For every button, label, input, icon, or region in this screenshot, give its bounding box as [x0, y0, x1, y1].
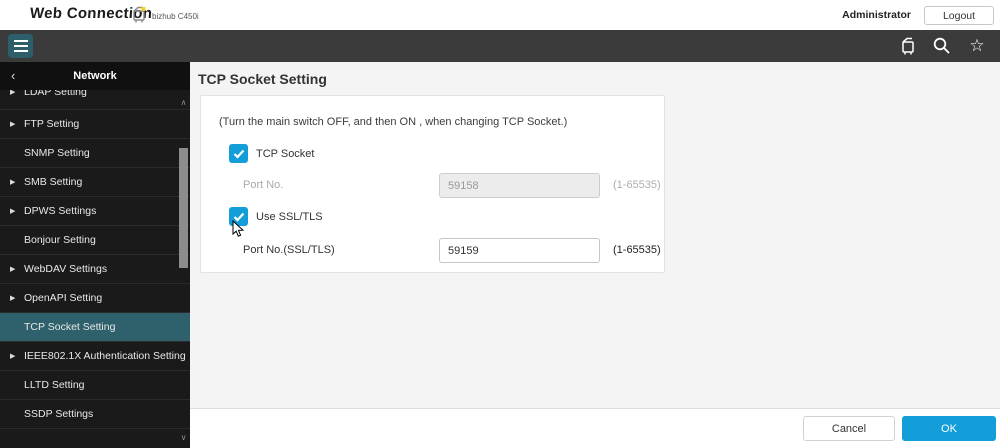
- scroll-down-icon[interactable]: ∨: [177, 433, 190, 442]
- sidebar-item-ldap-setting[interactable]: ▶ LDAP Setting: [0, 90, 190, 110]
- port-label: Port No.: [243, 173, 283, 198]
- hamburger-icon: [14, 40, 28, 42]
- sidebar-item-webdav-settings[interactable]: ▶ WebDAV Settings: [0, 255, 190, 284]
- tcp-socket-row: TCP Socket: [229, 144, 315, 163]
- sidebar-item-ftp-setting[interactable]: ▶ FTP Setting: [0, 110, 190, 139]
- logout-button[interactable]: Logout: [924, 6, 994, 25]
- expand-arrow-icon: ▶: [10, 284, 15, 313]
- sidebar-header: ‹ Network: [0, 62, 190, 90]
- ok-button[interactable]: OK: [902, 416, 996, 441]
- sidebar-title: Network: [0, 62, 190, 90]
- main-content: TCP Socket Setting (Turn the main switch…: [190, 62, 1000, 448]
- footer: Cancel OK: [190, 409, 1000, 448]
- expand-arrow-icon: ▶: [10, 342, 15, 371]
- sidebar-item-dpws-settings[interactable]: ▶ DPWS Settings: [0, 197, 190, 226]
- favorites-star-icon[interactable]: ☆: [966, 36, 988, 56]
- expand-arrow-icon: ▶: [10, 90, 15, 107]
- page-title: TCP Socket Setting: [198, 71, 327, 87]
- port-row: Port No. (1-65535): [201, 173, 664, 198]
- sidebar-item-bonjour-setting[interactable]: Bonjour Setting: [0, 226, 190, 255]
- scrollbar-thumb[interactable]: [179, 148, 188, 268]
- ssl-port-label: Port No.(SSL/TLS): [243, 238, 335, 263]
- port-input: [439, 173, 600, 198]
- sidebar-item-ieee8021x-authentication-setting[interactable]: ▶ IEEE802.1X Authentication Setting: [0, 342, 190, 371]
- expand-arrow-icon: ▶: [10, 255, 15, 284]
- hamburger-menu-button[interactable]: [8, 34, 33, 58]
- settings-panel: (Turn the main switch OFF, and then ON ,…: [200, 95, 665, 273]
- port-range-hint: (1-65535): [613, 173, 661, 198]
- sidebar-item-ssdp-settings[interactable]: SSDP Settings: [0, 400, 190, 429]
- sidebar-item-smb-setting[interactable]: ▶ SMB Setting: [0, 168, 190, 197]
- sidebar-item-snmp-setting[interactable]: SNMP Setting: [0, 139, 190, 168]
- ssl-port-input[interactable]: [439, 238, 600, 263]
- printer-device-icon: [130, 6, 148, 24]
- expand-arrow-icon: ▶: [10, 110, 15, 139]
- mouse-cursor: [232, 220, 245, 238]
- restart-note: (Turn the main switch OFF, and then ON ,…: [219, 116, 567, 128]
- sidebar-item-openapi-setting[interactable]: ▶ OpenAPI Setting: [0, 284, 190, 313]
- web-connection-screen: Web Connection bizhub C450i Administrato…: [0, 0, 1000, 448]
- sidebar-item-lltd-setting[interactable]: LLTD Setting: [0, 371, 190, 400]
- tcp-socket-label: TCP Socket: [256, 148, 315, 160]
- use-ssl-label: Use SSL/TLS: [256, 211, 323, 223]
- back-chevron-icon[interactable]: ‹: [11, 68, 15, 84]
- device-name: bizhub C450i: [152, 12, 199, 21]
- toolbar: ☆: [0, 30, 1000, 62]
- top-header: Web Connection bizhub C450i Administrato…: [0, 0, 1000, 30]
- search-icon[interactable]: [930, 36, 952, 56]
- cancel-button[interactable]: Cancel: [803, 416, 895, 441]
- expand-arrow-icon: ▶: [10, 197, 15, 226]
- expand-arrow-icon: ▶: [10, 168, 15, 197]
- tcp-socket-checkbox[interactable]: [229, 144, 248, 163]
- sidebar-scrollbar[interactable]: ∧ ∨: [177, 90, 190, 448]
- ssl-port-row: Port No.(SSL/TLS) (1-65535): [201, 238, 664, 263]
- sidebar-menu: ▶ LDAP Setting ▶ FTP Setting SNMP Settin…: [0, 90, 190, 448]
- ssl-port-range-hint: (1-65535): [613, 238, 661, 263]
- logged-in-user: Administrator: [842, 9, 911, 21]
- sidebar-item-tcp-socket-setting[interactable]: TCP Socket Setting: [0, 313, 190, 342]
- checkmark-icon: [233, 149, 245, 159]
- sidebar: ‹ Network ▶ LDAP Setting ▶ FTP Setting S…: [0, 62, 190, 448]
- scroll-up-icon[interactable]: ∧: [177, 98, 190, 107]
- device-status-icon[interactable]: [896, 36, 918, 56]
